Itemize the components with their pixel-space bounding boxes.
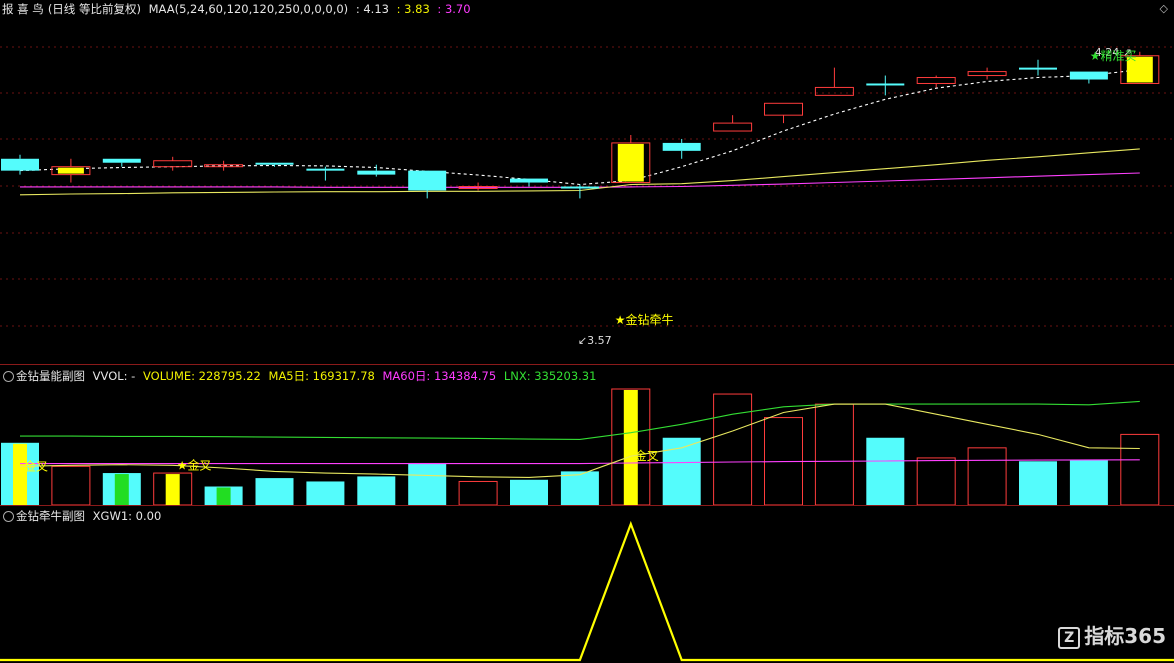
volume-bar [713, 393, 753, 506]
chart-mode: (日线 等比前复权) [47, 2, 141, 16]
volume-bar [510, 479, 548, 505]
volume-bar [1069, 459, 1108, 505]
volume-signal-bar [623, 390, 638, 505]
volume-bar [51, 465, 91, 506]
candle-body [306, 168, 345, 171]
volume-bar [1120, 433, 1160, 506]
candle-body [255, 162, 294, 165]
indicator-name[interactable]: MAA(5,24,60,120,120,250,0,0,0,0) [149, 2, 349, 16]
pane-divider[interactable] [0, 505, 1174, 506]
candle-signal-fill [617, 143, 644, 182]
signal-pane-header: 金钻牵牛副图 XGW1: 0.00 [16, 508, 165, 524]
watermark-logo: Z 指标365 [1058, 620, 1166, 649]
candle-body [1, 158, 39, 171]
main-chart-header: 报 喜 鸟 (日线 等比前复权) MAA(5,24,60,120,120,250,… [2, 1, 475, 17]
pane-divider[interactable] [0, 364, 1174, 365]
volume-bar [866, 437, 905, 505]
candle-body [102, 158, 141, 163]
lnx-line [20, 400, 1140, 440]
golden-cross-label: 金叉 [635, 448, 659, 463]
candle-body [814, 86, 854, 96]
candle-body [967, 71, 1007, 77]
candle-body [510, 178, 548, 183]
volume-signal-bar [216, 487, 231, 505]
xgw-signal-line [0, 520, 1174, 662]
volume-value: VOLUME: 228795.22 [142, 369, 261, 383]
stock-name[interactable]: 报 喜 鸟 [2, 2, 44, 16]
candle-body [713, 122, 753, 132]
lnx-value: LNX: 335203.31 [503, 369, 597, 383]
low-price-label: ↙3.57 [578, 334, 612, 347]
golden-cross-label: 金叉 [24, 458, 48, 473]
golden-cross-label: ★金叉 [177, 457, 212, 472]
signal-label-buy: ★精准买 [1090, 49, 1137, 63]
volume-signal-bar [114, 474, 129, 505]
volume-bar [560, 471, 599, 505]
volume-pane-title[interactable]: 金钻量能副图 [16, 369, 85, 383]
volume-bar [967, 447, 1007, 506]
ma-value-3: : 3.70 [437, 2, 471, 16]
ma-line-white [19, 69, 1140, 186]
watermark-text: 指标365 [1084, 624, 1166, 648]
candle-body [560, 186, 599, 189]
ma-value-1: : 4.13 [355, 2, 389, 16]
ma-value-2: : 3.83 [396, 2, 430, 16]
gear-icon[interactable] [3, 511, 14, 522]
volume-bar [458, 480, 498, 506]
ma60-value: MA60日: 134384.75 [382, 369, 497, 383]
xgw-value: XGW1: 0.00 [92, 509, 162, 523]
candle-body [662, 142, 701, 151]
candle-body [1069, 71, 1108, 80]
candle-body [866, 83, 905, 86]
volume-bar [255, 478, 294, 505]
volume-bar [357, 476, 396, 505]
volume-bar [814, 403, 854, 506]
candle-body [916, 77, 956, 84]
gear-icon[interactable] [3, 371, 14, 382]
volume-bar [1019, 461, 1057, 505]
logo-icon: Z [1058, 627, 1081, 649]
ma5-value: MA5日: 169317.78 [268, 369, 375, 383]
candle-body [1019, 67, 1057, 70]
vvol-value: VVOL: - [92, 369, 136, 383]
volume-signal-bar [165, 474, 180, 505]
candle-body [408, 170, 447, 191]
candle-body [764, 102, 803, 116]
candle-signal-fill [57, 167, 84, 174]
signal-label-jinzuan: ★金钻牵牛 [615, 312, 674, 327]
volume-pane-header: 金钻量能副图 VVOL: - VOLUME: 228795.22 MA5日: 1… [16, 368, 600, 384]
volume-bar [916, 457, 956, 506]
candle-body [357, 170, 396, 175]
chart-canvas[interactable]: 4.24 ↗↙3.57★金钻牵牛★精准买金叉 ★金叉金叉 [0, 0, 1174, 663]
signal-pane-title[interactable]: 金钻牵牛副图 [16, 509, 85, 523]
volume-bar [306, 481, 345, 505]
volume-bar [408, 462, 447, 505]
diamond-icon[interactable]: ◇ [1160, 2, 1168, 15]
volume-signal-bar [13, 443, 27, 505]
candle-body [153, 160, 193, 168]
